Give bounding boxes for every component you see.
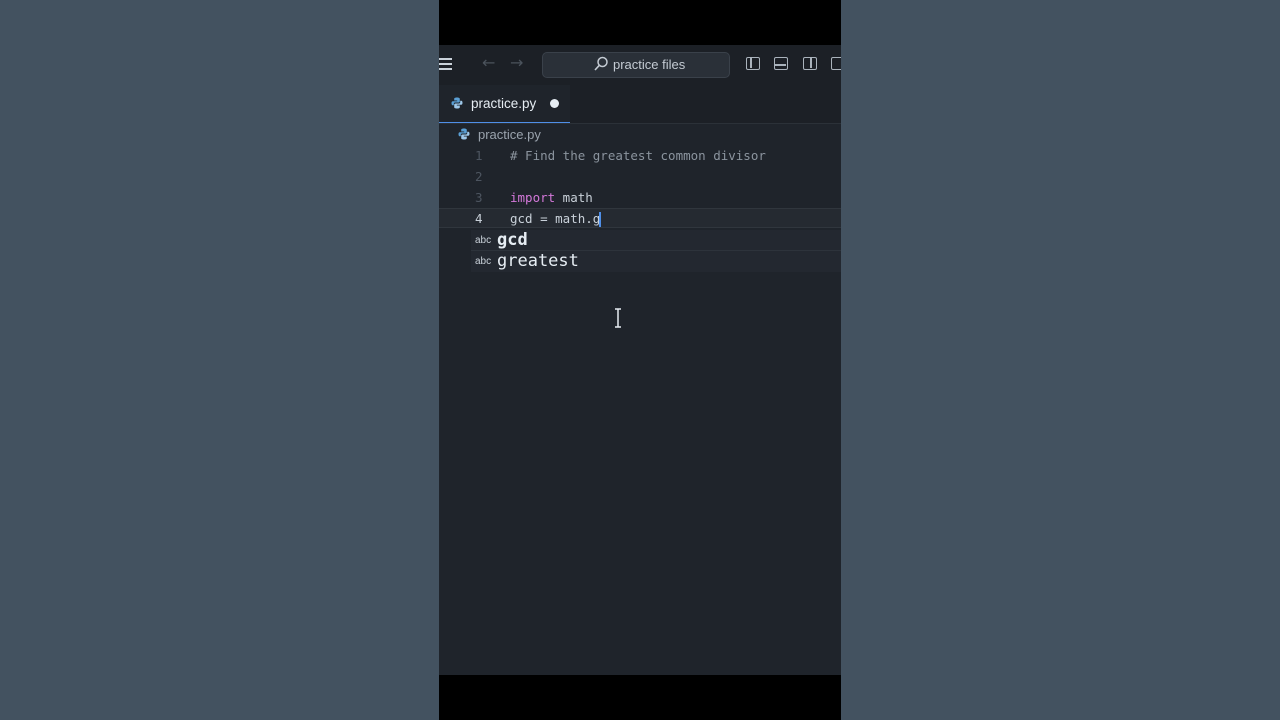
tab-bar: practice.py bbox=[439, 85, 841, 124]
suggestion-item[interactable]: abc greatest bbox=[471, 251, 841, 272]
backdrop-left bbox=[0, 0, 439, 720]
suggestion-item[interactable]: abc gcd bbox=[471, 230, 841, 251]
ibeam-cursor-icon bbox=[615, 308, 621, 328]
title-bar: ← → practice files bbox=[439, 45, 841, 85]
text-cursor bbox=[599, 212, 602, 227]
python-file-icon bbox=[451, 97, 463, 109]
line-number: 1 bbox=[475, 148, 483, 163]
line-number: 2 bbox=[475, 169, 483, 184]
text-kind-icon: abc bbox=[475, 256, 492, 267]
code-editor-window: ← → practice files practice.py practice.… bbox=[439, 45, 841, 675]
video-frame: ← → practice files practice.py practice.… bbox=[439, 0, 841, 720]
code-editor[interactable]: 1 # Find the greatest common divisor 2 3… bbox=[439, 145, 841, 675]
tab-label: practice.py bbox=[471, 96, 537, 111]
breadcrumb: practice.py bbox=[439, 123, 841, 145]
search-label: practice files bbox=[613, 57, 686, 72]
code-line[interactable]: 1 # Find the greatest common divisor bbox=[439, 146, 841, 166]
suggestion-label: greatest bbox=[497, 251, 579, 271]
code-line[interactable]: 3 import math bbox=[439, 188, 841, 208]
code-text: import math bbox=[510, 188, 593, 208]
unsaved-changes-dot[interactable] bbox=[550, 99, 559, 108]
toggle-panel-icon[interactable] bbox=[774, 57, 788, 70]
arrow-right-icon[interactable]: → bbox=[510, 53, 523, 72]
identifier-token: gcd = math.g bbox=[510, 211, 601, 226]
text-kind-icon: abc bbox=[475, 235, 492, 246]
tab-practice-py[interactable]: practice.py bbox=[439, 85, 570, 123]
line-number: 3 bbox=[475, 190, 483, 205]
identifier-token: math bbox=[555, 190, 593, 205]
search-icon bbox=[594, 56, 608, 71]
toggle-primary-sidebar-icon[interactable] bbox=[746, 57, 760, 70]
code-line-active[interactable]: 4 gcd = math.g bbox=[439, 208, 841, 228]
python-file-icon bbox=[458, 128, 470, 140]
code-text: # Find the greatest common divisor bbox=[510, 146, 766, 166]
code-text: gcd = math.g bbox=[510, 209, 602, 229]
breadcrumb-file[interactable]: practice.py bbox=[478, 127, 541, 142]
comment-token: # Find the greatest common divisor bbox=[510, 148, 766, 163]
hamburger-icon[interactable] bbox=[439, 58, 452, 70]
command-search-box[interactable]: practice files bbox=[542, 52, 730, 78]
toggle-secondary-sidebar-icon[interactable] bbox=[803, 57, 817, 70]
line-number: 4 bbox=[475, 211, 483, 226]
backdrop-right bbox=[841, 0, 1280, 720]
code-line[interactable]: 2 bbox=[439, 167, 841, 187]
customize-layout-icon[interactable] bbox=[831, 57, 841, 70]
keyword-token: import bbox=[510, 190, 556, 205]
arrow-left-icon[interactable]: ← bbox=[482, 53, 495, 72]
suggestion-label: gcd bbox=[497, 230, 528, 250]
autocomplete-popup: abc gcd abc greatest bbox=[471, 230, 841, 272]
